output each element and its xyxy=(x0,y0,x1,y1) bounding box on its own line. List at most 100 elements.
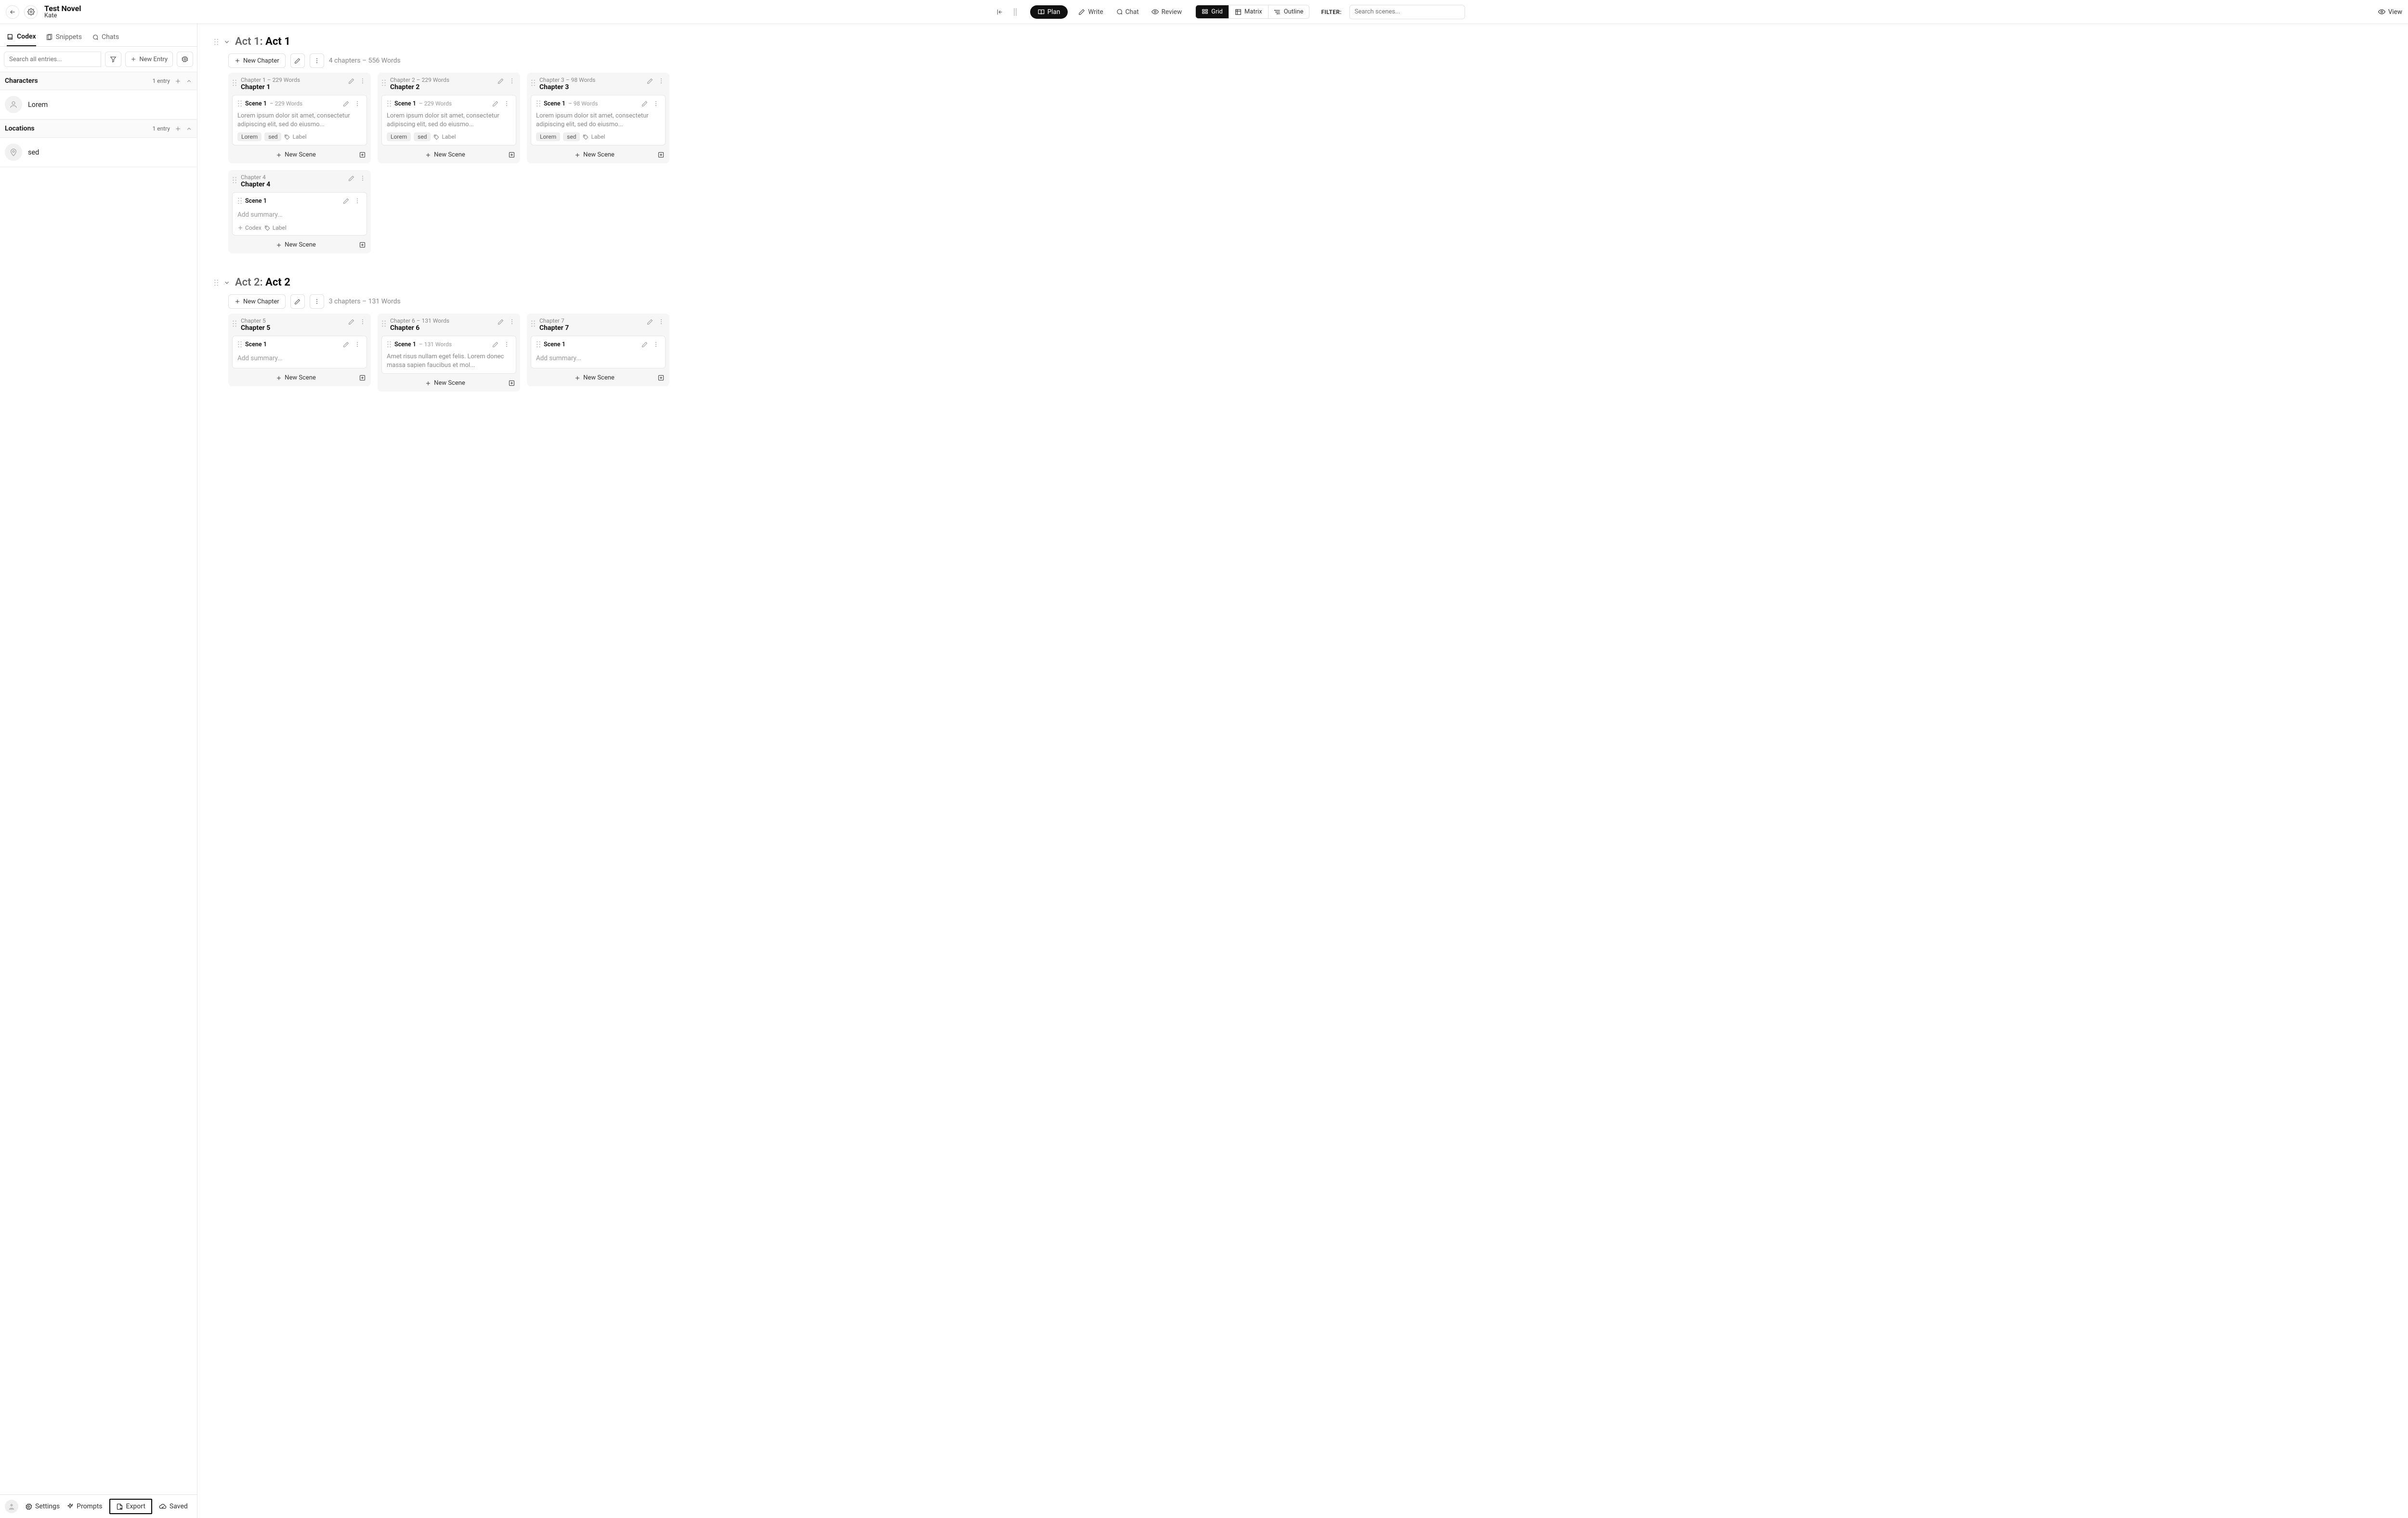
scene-summary[interactable]: Lorem ipsum dolor sit amet, consectetur … xyxy=(237,112,362,129)
scene-more-button[interactable] xyxy=(652,340,660,349)
collapse-locations-button[interactable] xyxy=(186,126,192,132)
codex-chip[interactable]: sed xyxy=(264,132,281,141)
sidebar-tab-chats[interactable]: Chats xyxy=(92,29,119,46)
tab-review[interactable]: Review xyxy=(1150,5,1184,19)
footer-prompts[interactable]: Prompts xyxy=(66,1503,102,1510)
new-scene-button[interactable]: New Scene xyxy=(575,374,615,381)
chapter-more-button[interactable] xyxy=(508,77,516,85)
view-grid[interactable]: Grid xyxy=(1196,5,1229,18)
import-scene-button[interactable] xyxy=(508,151,515,158)
collapse-act-button[interactable] xyxy=(223,39,230,45)
sidebar-tab-codex[interactable]: Codex xyxy=(7,29,36,46)
drag-handle[interactable] xyxy=(214,39,219,45)
scene-more-button[interactable] xyxy=(353,340,362,349)
drag-handle[interactable] xyxy=(531,79,536,86)
drag-handle[interactable] xyxy=(536,341,541,348)
chapter-edit-button[interactable] xyxy=(347,77,355,85)
tab-chat[interactable]: Chat xyxy=(1114,5,1141,19)
search-scenes-input[interactable] xyxy=(1349,5,1465,19)
scene-edit-button[interactable] xyxy=(342,100,350,108)
filter-entries-button[interactable] xyxy=(105,52,121,67)
import-scene-button[interactable] xyxy=(657,151,665,158)
drag-handle[interactable] xyxy=(536,100,541,107)
scene-summary-placeholder[interactable]: Add summary... xyxy=(237,209,362,221)
codex-chip[interactable]: Lorem xyxy=(237,132,262,141)
view-matrix[interactable]: Matrix xyxy=(1229,5,1269,18)
chapter-edit-button[interactable] xyxy=(497,318,505,326)
chapter-more-button[interactable] xyxy=(358,77,367,85)
drag-handle[interactable] xyxy=(232,79,237,86)
scene-summary[interactable]: Amet risus nullam eget felis. Lorem done… xyxy=(387,353,511,369)
import-scene-button[interactable] xyxy=(359,241,366,249)
scene-edit-button[interactable] xyxy=(491,340,499,349)
new-scene-button[interactable]: New Scene xyxy=(425,380,465,387)
drag-handle[interactable] xyxy=(381,320,386,327)
drag-handle[interactable] xyxy=(237,341,242,348)
collapse-sidebar-button[interactable] xyxy=(995,6,1005,18)
drag-handle[interactable] xyxy=(232,177,237,183)
add-location-button[interactable] xyxy=(175,126,181,132)
scene-more-button[interactable] xyxy=(353,99,362,108)
scene-more-button[interactable] xyxy=(353,196,362,205)
new-entry-button[interactable]: New Entry xyxy=(125,52,173,67)
footer-saved[interactable]: Saved xyxy=(159,1503,188,1510)
drag-handle[interactable] xyxy=(232,320,237,327)
drag-handle[interactable] xyxy=(531,320,536,327)
drag-handle[interactable] xyxy=(237,100,242,107)
new-chapter-button[interactable]: New Chapter xyxy=(228,53,286,68)
scene-edit-button[interactable] xyxy=(641,340,649,349)
act-more-button[interactable] xyxy=(310,294,324,309)
drag-handle[interactable] xyxy=(381,79,386,86)
view-options-button[interactable]: View xyxy=(2378,8,2402,16)
tab-plan[interactable]: Plan xyxy=(1030,5,1068,19)
collapse-act-button[interactable] xyxy=(223,279,230,286)
chapter-edit-button[interactable] xyxy=(347,174,355,183)
location-entry[interactable]: sed xyxy=(0,138,197,167)
import-scene-button[interactable] xyxy=(359,374,366,381)
new-scene-button[interactable]: New Scene xyxy=(276,151,316,158)
section-locations-header[interactable]: Locations 1 entry xyxy=(0,119,197,138)
codex-chip[interactable]: sed xyxy=(414,132,431,141)
chapter-edit-button[interactable] xyxy=(646,318,654,326)
new-scene-button[interactable]: New Scene xyxy=(575,151,615,158)
scene-edit-button[interactable] xyxy=(641,100,649,108)
chapter-edit-button[interactable] xyxy=(347,318,355,326)
chapter-more-button[interactable] xyxy=(358,317,367,326)
add-label-tag[interactable]: Label xyxy=(284,133,306,140)
scene-more-button[interactable] xyxy=(652,99,660,108)
codex-chip[interactable]: Lorem xyxy=(536,132,560,141)
scene-summary-placeholder[interactable]: Add summary... xyxy=(237,353,362,364)
user-avatar[interactable] xyxy=(5,1500,18,1513)
add-character-button[interactable] xyxy=(175,78,181,84)
back-button[interactable] xyxy=(6,5,19,19)
drag-handle[interactable] xyxy=(237,197,242,204)
chapter-more-button[interactable] xyxy=(508,317,516,326)
scene-summary[interactable]: Lorem ipsum dolor sit amet, consectetur … xyxy=(387,112,511,129)
settings-gear-button[interactable] xyxy=(24,5,38,19)
new-scene-button[interactable]: New Scene xyxy=(425,151,465,158)
drag-handle[interactable] xyxy=(214,279,219,286)
collapse-characters-button[interactable] xyxy=(186,78,192,84)
act-more-button[interactable] xyxy=(310,53,324,68)
import-scene-button[interactable] xyxy=(657,374,665,381)
new-scene-button[interactable]: New Scene xyxy=(276,241,316,249)
section-characters-header[interactable]: Characters 1 entry xyxy=(0,72,197,90)
add-label-tag[interactable]: Label xyxy=(433,133,456,140)
footer-settings[interactable]: Settings xyxy=(25,1503,60,1510)
edit-act-button[interactable] xyxy=(290,294,305,309)
chapter-more-button[interactable] xyxy=(358,174,367,183)
codex-chip[interactable]: sed xyxy=(563,132,580,141)
edit-act-button[interactable] xyxy=(290,53,305,68)
drag-handle[interactable] xyxy=(387,100,392,107)
entry-settings-button[interactable] xyxy=(177,52,193,67)
divider-handle[interactable] xyxy=(1010,6,1021,18)
scene-edit-button[interactable] xyxy=(491,100,499,108)
import-scene-button[interactable] xyxy=(359,151,366,158)
footer-export[interactable]: Export xyxy=(109,1499,152,1514)
chapter-edit-button[interactable] xyxy=(646,77,654,85)
tab-write[interactable]: Write xyxy=(1076,5,1105,19)
codex-chip[interactable]: Lorem xyxy=(387,132,411,141)
scene-summary[interactable]: Lorem ipsum dolor sit amet, consectetur … xyxy=(536,112,660,129)
chapter-more-button[interactable] xyxy=(657,317,666,326)
add-label-tag[interactable]: Label xyxy=(583,133,605,140)
